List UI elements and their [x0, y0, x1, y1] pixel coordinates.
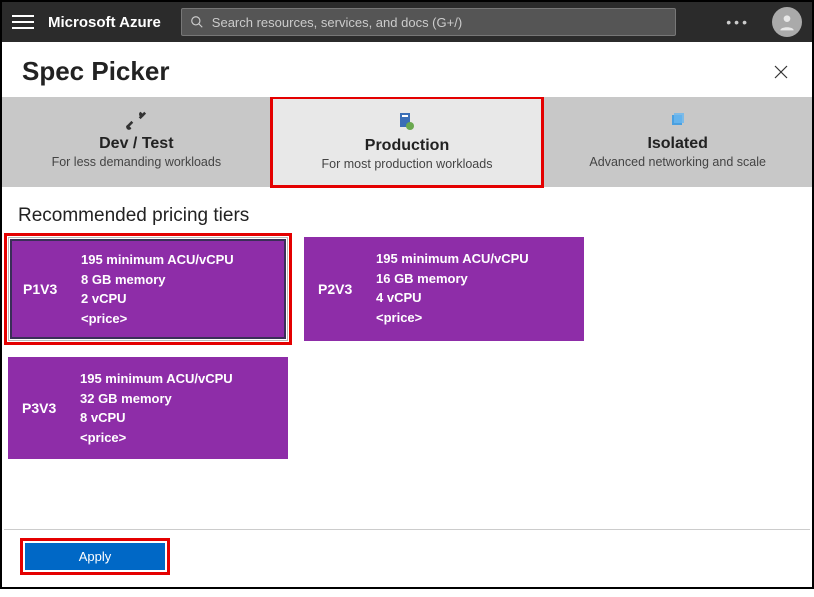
tier-price: <price>	[81, 309, 273, 329]
tier-name: P1V3	[23, 250, 81, 328]
cube-icon	[667, 109, 689, 131]
tab-production[interactable]: Production For most production workloads	[270, 97, 545, 188]
pricing-tiers: P1V3 195 minimum ACU/vCPU 8 GB memory 2 …	[2, 237, 812, 479]
page-title: Spec Picker	[22, 56, 169, 87]
tab-title: Isolated	[551, 135, 804, 153]
close-button[interactable]	[770, 61, 792, 83]
person-icon	[777, 12, 797, 32]
section-heading: Recommended pricing tiers	[2, 187, 812, 237]
apply-button[interactable]: Apply	[25, 543, 165, 570]
tools-icon	[125, 109, 147, 131]
tier-vcpu: 4 vCPU	[376, 288, 570, 308]
close-icon	[774, 65, 788, 79]
tab-title: Production	[281, 137, 534, 155]
tier-price: <price>	[376, 308, 570, 328]
search-container	[181, 8, 676, 36]
tab-subtitle: Advanced networking and scale	[551, 155, 804, 169]
tab-isolated[interactable]: Isolated Advanced networking and scale	[543, 97, 812, 187]
more-menu[interactable]: •••	[718, 14, 758, 30]
hamburger-menu[interactable]	[12, 11, 34, 33]
tier-card-p2v3[interactable]: P2V3 195 minimum ACU/vCPU 16 GB memory 4…	[304, 237, 584, 341]
azure-topbar: Microsoft Azure •••	[2, 2, 812, 42]
brand-label: Microsoft Azure	[48, 14, 161, 31]
search-icon	[190, 15, 204, 29]
tier-specs: 195 minimum ACU/vCPU 32 GB memory 8 vCPU…	[80, 369, 274, 447]
tab-dev-test[interactable]: Dev / Test For less demanding workloads	[2, 97, 271, 187]
tier-vcpu: 8 vCPU	[80, 408, 274, 428]
tier-acu: 195 minimum ACU/vCPU	[376, 249, 570, 269]
tier-memory: 8 GB memory	[81, 270, 273, 290]
search-field[interactable]	[181, 8, 676, 36]
tier-name: P2V3	[318, 249, 376, 329]
tier-acu: 195 minimum ACU/vCPU	[81, 250, 273, 270]
user-avatar[interactable]	[772, 7, 802, 37]
category-tabs: Dev / Test For less demanding workloads …	[2, 97, 812, 187]
tier-specs: 195 minimum ACU/vCPU 16 GB memory 4 vCPU…	[376, 249, 570, 329]
search-input[interactable]	[212, 15, 667, 30]
tier-card-p1v3[interactable]: P1V3 195 minimum ACU/vCPU 8 GB memory 2 …	[8, 237, 288, 341]
tier-name: P3V3	[22, 369, 80, 447]
tab-subtitle: For less demanding workloads	[10, 155, 263, 169]
footer-bar: Apply	[4, 529, 810, 585]
blade-header: Spec Picker	[2, 42, 812, 97]
tab-title: Dev / Test	[10, 135, 263, 153]
tier-price: <price>	[80, 428, 274, 448]
tier-card-p3v3[interactable]: P3V3 195 minimum ACU/vCPU 32 GB memory 8…	[8, 357, 288, 459]
tier-memory: 16 GB memory	[376, 269, 570, 289]
server-icon	[396, 111, 418, 133]
tab-subtitle: For most production workloads	[281, 157, 534, 171]
tier-acu: 195 minimum ACU/vCPU	[80, 369, 274, 389]
tier-specs: 195 minimum ACU/vCPU 8 GB memory 2 vCPU …	[81, 250, 273, 328]
tier-vcpu: 2 vCPU	[81, 289, 273, 309]
apply-highlight: Apply	[20, 538, 170, 575]
tier-memory: 32 GB memory	[80, 389, 274, 409]
content-scroll[interactable]: Dev / Test For less demanding workloads …	[2, 97, 812, 597]
